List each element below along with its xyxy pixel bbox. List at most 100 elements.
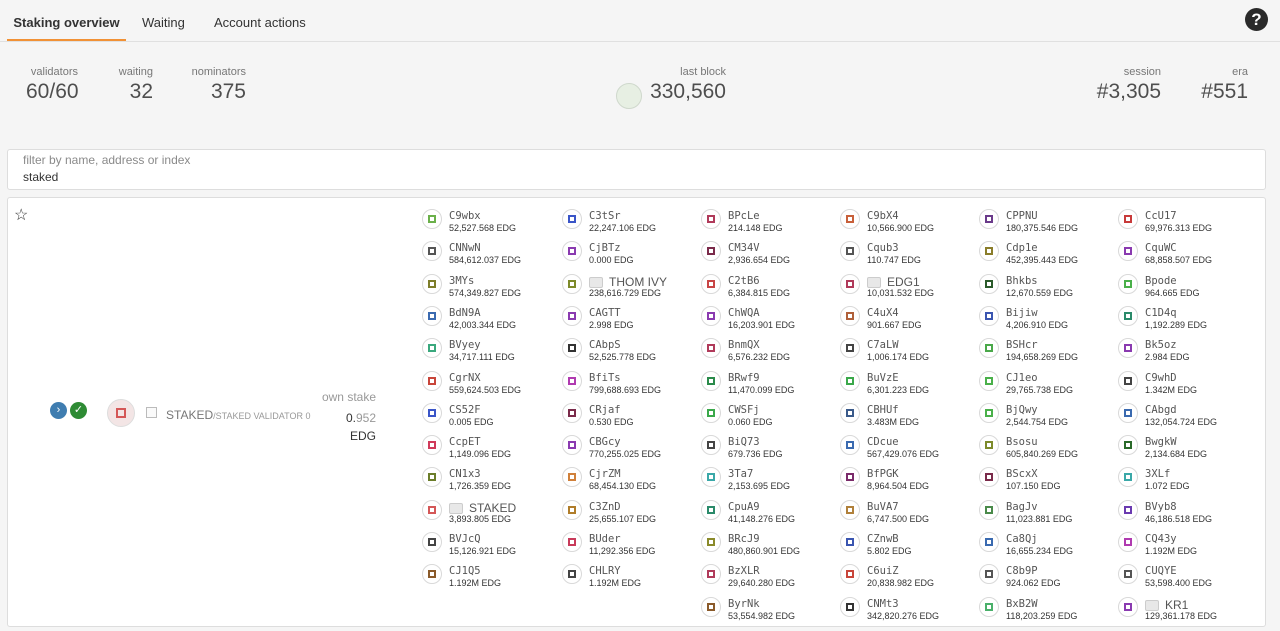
nominator-item[interactable]: Bk5oz 2.984 EDG (1118, 338, 1253, 366)
nominator-identicon (562, 499, 582, 520)
nominator-balance: 0.060 EDG (728, 416, 773, 427)
nominator-item[interactable]: C2tB6 6,384.815 EDG (701, 273, 836, 302)
nominator-name-text: CS52F (449, 403, 481, 416)
nominator-item[interactable]: BfPGK 8,964.504 EDG (840, 467, 975, 495)
nominator-item[interactable]: CM34V 2,936.654 EDG (701, 241, 836, 269)
tab-staking-overview[interactable]: Staking overview (7, 0, 126, 41)
nominator-item[interactable]: BVyey 34,717.111 EDG (422, 338, 557, 366)
nominator-item[interactable]: BnmQX 6,576.232 EDG (701, 338, 836, 366)
nominator-item[interactable]: CAbgd 132,054.724 EDG (1118, 402, 1253, 431)
nominator-item[interactable]: C1D4q 1,192.289 EDG (1118, 305, 1253, 334)
nominator-item[interactable]: C9wbx 52,527.568 EDG (422, 209, 557, 237)
nominator-item[interactable]: C4uX4 901.667 EDG (840, 305, 975, 334)
nominator-item[interactable]: BVyb8 46,186.518 EDG (1118, 499, 1253, 528)
nominator-item[interactable]: BScxX 107.150 EDG (979, 467, 1114, 495)
tab-account-actions[interactable]: Account actions (214, 0, 306, 41)
nominator-item[interactable]: CquWC 68,858.507 EDG (1118, 241, 1253, 269)
nominator-item[interactable]: CgrNX 559,624.503 EDG (422, 370, 557, 399)
nominator-item[interactable]: ByrNk 53,554.982 EDG (701, 596, 836, 625)
nominator-item[interactable]: CPPNU 180,375.546 EDG (979, 209, 1114, 237)
nominator-item[interactable]: CpuA9 41,148.276 EDG (701, 499, 836, 528)
nominator-item[interactable]: C9whD 1.342M EDG (1118, 370, 1253, 399)
nominator-item[interactable]: CjrZM 68,454.130 EDG (562, 467, 697, 495)
nominator-item[interactable]: CRjaf 0.530 EDG (562, 402, 697, 431)
nominator-item[interactable]: CAbpS 52,525.778 EDG (562, 338, 697, 366)
nominator-identicon (840, 370, 860, 391)
nominator-item[interactable]: BuVzE 6,301.223 EDG (840, 370, 975, 399)
nominator-item[interactable]: Bhkbs 12,670.559 EDG (979, 273, 1114, 302)
favorite-star-icon[interactable]: ☆ (14, 205, 28, 225)
nominator-item[interactable]: Ca8Qj 16,655.234 EDG (979, 532, 1114, 560)
nominator-item[interactable]: Bsosu 605,840.269 EDG (979, 435, 1114, 463)
nominator-name-text: ByrNk (728, 597, 760, 610)
nominator-item[interactable]: CcU17 69,976.313 EDG (1118, 209, 1253, 237)
nominator-item[interactable]: CQ43y 1.192M EDG (1118, 532, 1253, 560)
nominator-item[interactable]: C7aLW 1,006.174 EDG (840, 338, 975, 366)
nominator-item[interactable]: C6uiZ 20,838.982 EDG (840, 564, 975, 592)
nominator-item[interactable]: CNMt3 342,820.276 EDG (840, 596, 975, 625)
nominator-item[interactable]: 3MYs 574,349.827 EDG (422, 273, 557, 302)
nominator-item[interactable]: CBHUf 3.483M EDG (840, 402, 975, 431)
nominator-item[interactable]: KR1 129,361.178 EDG (1118, 596, 1253, 625)
nominator-item[interactable]: EDG1 10,031.532 EDG (840, 273, 975, 302)
nominator-item[interactable]: CcpET 1,149.096 EDG (422, 435, 557, 463)
nominator-item[interactable]: STAKED 3,893.805 EDG (422, 499, 557, 528)
nominator-item[interactable]: Cqub3 110.747 EDG (840, 241, 975, 269)
nominator-item[interactable]: ChWQA 16,203.901 EDG (701, 305, 836, 334)
nominator-item[interactable]: C3ZnD 25,655.107 EDG (562, 499, 697, 528)
nominator-identicon (840, 209, 860, 229)
nominator-item[interactable]: BjQwy 2,544.754 EDG (979, 402, 1114, 431)
nominator-item[interactable]: C3tSr 22,247.106 EDG (562, 209, 697, 237)
nominator-item[interactable]: CJ1eo 29,765.738 EDG (979, 370, 1114, 399)
nominator-identicon (979, 467, 999, 488)
nominator-item[interactable]: C8b9P 924.062 EDG (979, 564, 1114, 592)
nominator-item[interactable]: Bijiw 4,206.910 EDG (979, 305, 1114, 334)
nominator-item[interactable]: BzXLR 29,640.280 EDG (701, 564, 836, 592)
nominator-item[interactable]: CHLRY 1.192M EDG (562, 564, 697, 592)
nominator-identicon (840, 338, 860, 359)
validator-identicon[interactable] (107, 399, 135, 427)
nominator-item[interactable]: 3Ta7 2,153.695 EDG (701, 467, 836, 495)
nominator-identicon (701, 499, 721, 520)
nominator-item[interactable]: CS52F 0.005 EDG (422, 402, 557, 431)
nominator-item[interactable]: BdN9A 42,003.344 EDG (422, 305, 557, 334)
nominator-item[interactable]: CUQYE 53,598.400 EDG (1118, 564, 1253, 592)
nominator-identicon (701, 305, 721, 326)
nominator-item[interactable]: BfiTs 799,688.693 EDG (562, 370, 697, 399)
chevron-right-icon[interactable]: › (50, 402, 67, 419)
nominator-item[interactable]: BRcJ9 480,860.901 EDG (701, 532, 836, 560)
nominator-item[interactable]: CNNwN 584,612.037 EDG (422, 241, 557, 269)
nominator-item[interactable]: BRwf9 11,470.099 EDG (701, 370, 836, 399)
filter-value[interactable]: staked (23, 170, 58, 184)
nominator-item[interactable]: C9bX4 10,566.900 EDG (840, 209, 975, 237)
help-icon[interactable]: ? (1245, 8, 1268, 31)
nominator-item[interactable]: CJ1Q5 1.192M EDG (422, 564, 557, 592)
nominator-item[interactable]: Bpode 964.665 EDG (1118, 273, 1253, 302)
nominator-name-text: Ca8Qj (1006, 533, 1038, 545)
nominator-item[interactable]: CZnwB 5.802 EDG (840, 532, 975, 560)
nominator-item[interactable]: BuVA7 6,747.500 EDG (840, 499, 975, 528)
nominator-item[interactable]: CjBTz 0.000 EDG (562, 241, 697, 269)
nominator-item[interactable]: BagJv 11,023.881 EDG (979, 499, 1114, 528)
session-value: #3,305 (1096, 80, 1161, 103)
nominator-item[interactable]: BPcLe 214.148 EDG (701, 209, 836, 237)
nominator-item[interactable]: BiQ73 679.736 EDG (701, 435, 836, 463)
nominator-name-text: CPPNU (1006, 210, 1038, 222)
nominator-item[interactable]: CAGTT 2.998 EDG (562, 305, 697, 334)
nominator-item[interactable]: CDcue 567,429.076 EDG (840, 435, 975, 463)
nominator-item[interactable]: CBGcy 770,255.025 EDG (562, 435, 697, 463)
nominator-item[interactable]: BxB2W 118,203.259 EDG (979, 596, 1114, 625)
tab-waiting[interactable]: Waiting (142, 0, 185, 41)
nominator-item[interactable]: BVJcQ 15,126.921 EDG (422, 532, 557, 560)
nominator-item[interactable]: Cdp1e 452,395.443 EDG (979, 241, 1114, 269)
nominator-identicon (840, 532, 860, 552)
nominator-item[interactable]: BUder 11,292.356 EDG (562, 532, 697, 560)
nominator-item[interactable]: CN1x3 1,726.359 EDG (422, 467, 557, 495)
nominator-item[interactable]: CWSFj 0.060 EDG (701, 402, 836, 431)
nominator-item[interactable]: BwgkW 2,134.684 EDG (1118, 435, 1253, 463)
filter-input[interactable]: filter by name, address or index staked (7, 149, 1266, 190)
nominator-name: CS52F (449, 404, 481, 416)
nominator-item[interactable]: 3XLf 1.072 EDG (1118, 467, 1253, 495)
nominator-item[interactable]: BSHcr 194,658.269 EDG (979, 338, 1114, 366)
nominator-item[interactable]: THOM IVY 238,616.729 EDG (562, 273, 697, 302)
